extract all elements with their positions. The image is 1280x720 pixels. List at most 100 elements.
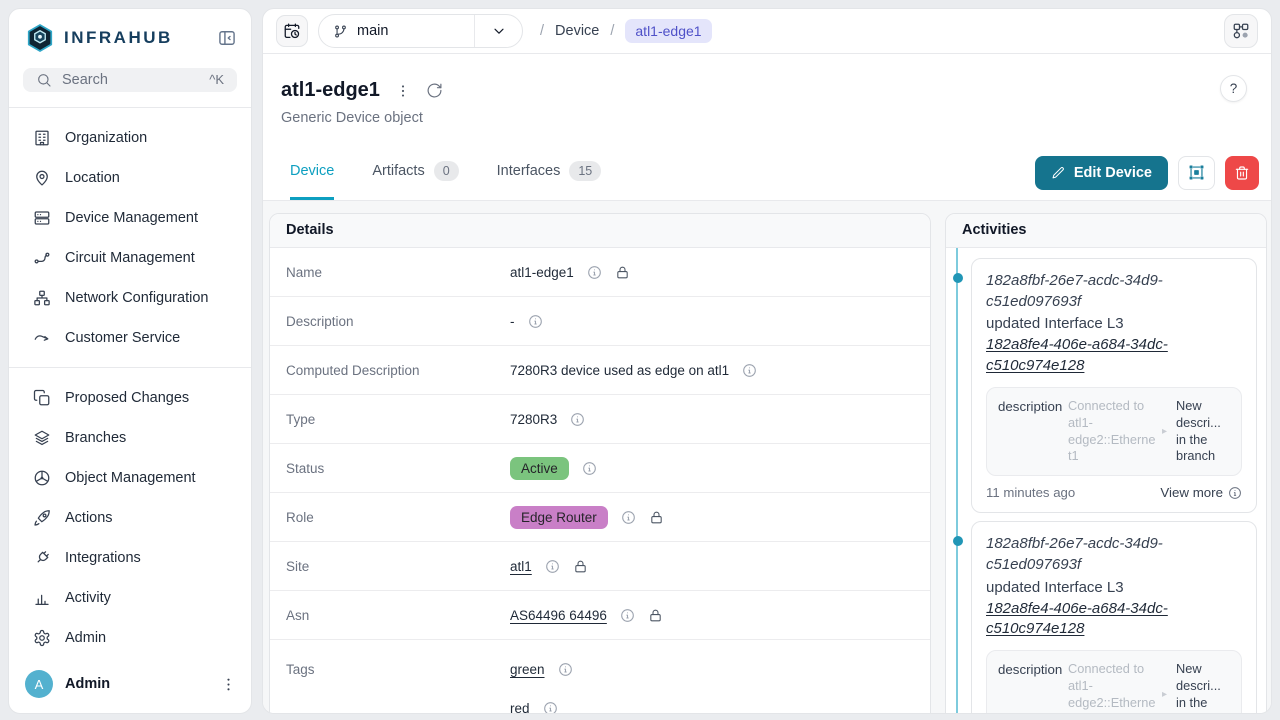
- diff-old-value: Connected to atl1-edge2::Ethernet1: [1068, 398, 1156, 466]
- diff-arrow-icon: ▸: [1162, 688, 1170, 701]
- detail-label: Asn: [286, 608, 510, 623]
- view-more-link[interactable]: View more: [1160, 485, 1242, 500]
- info-icon[interactable]: [543, 701, 558, 713]
- sidebar-item-label: Proposed Changes: [65, 390, 189, 406]
- sidebar-item[interactable]: Location: [17, 158, 243, 198]
- object-actions: Edit Device: [1035, 156, 1259, 190]
- sidebar-item[interactable]: Integrations: [17, 538, 243, 578]
- details-rows: Name atl1-edge1 Description -: [270, 248, 930, 640]
- search-input[interactable]: Search ^K: [23, 68, 237, 92]
- info-icon[interactable]: [582, 461, 597, 476]
- delete-device-button[interactable]: [1225, 156, 1259, 190]
- sidebar-item[interactable]: Proposed Changes: [17, 378, 243, 418]
- branch-selector-value: main: [319, 15, 475, 47]
- diff-new-value: New descri... in the branch: [1176, 398, 1230, 466]
- detail-label: Computed Description: [286, 363, 510, 378]
- sidebar-item[interactable]: Network Configuration: [17, 278, 243, 318]
- activity-target-link[interactable]: 182a8fe4-406e-a684-34dc-c510c974e128: [986, 335, 1242, 376]
- activity-card: 182a8fbf-26e7-acdc-34d9-c51ed097693f upd…: [971, 258, 1257, 513]
- breadcrumb-section[interactable]: Device: [555, 23, 599, 39]
- info-icon[interactable]: [545, 559, 560, 574]
- content-area: Details Name atl1-edge1 Description: [263, 201, 1271, 713]
- sidebar-item[interactable]: Device Management: [17, 198, 243, 238]
- tab-count-badge: 0: [434, 161, 459, 181]
- branch-dropdown-toggle[interactable]: [475, 23, 522, 39]
- tag-item: red: [510, 701, 573, 713]
- plug-icon: [33, 549, 51, 567]
- sidebar-item-label: Activity: [65, 590, 111, 606]
- sidebar-item[interactable]: Object Management: [17, 458, 243, 498]
- diff-field-name: description: [998, 398, 1062, 466]
- time-travel-button[interactable]: [276, 15, 308, 47]
- detail-label: Type: [286, 412, 510, 427]
- info-icon[interactable]: [620, 608, 635, 623]
- info-icon[interactable]: [570, 412, 585, 427]
- search-icon: [36, 72, 52, 88]
- circuit-icon: [33, 249, 51, 267]
- info-icon[interactable]: [558, 662, 573, 677]
- sidebar-item[interactable]: Admin: [17, 618, 243, 658]
- edit-device-button[interactable]: Edit Device: [1035, 156, 1168, 190]
- activity-card: 182a8fbf-26e7-acdc-34d9-c51ed097693f upd…: [971, 521, 1257, 713]
- building-icon: [33, 129, 51, 147]
- main-panel: main / Device / atl1-edge1 atl1-edge1: [262, 8, 1272, 714]
- detail-row: Asn AS64496 64496: [270, 591, 930, 640]
- infrahub-logo-icon: [25, 23, 55, 53]
- sidebar-item[interactable]: Circuit Management: [17, 238, 243, 278]
- info-icon[interactable]: [528, 314, 543, 329]
- sidebar-item-label: Actions: [65, 510, 113, 526]
- sidebar: INFRAHUB Search ^K Organization Location: [8, 8, 252, 714]
- sidebar-item[interactable]: Organization: [17, 118, 243, 158]
- tag-link[interactable]: red: [510, 701, 530, 713]
- sidebar-item-label: Circuit Management: [65, 250, 195, 266]
- refresh-icon[interactable]: [426, 82, 443, 99]
- sidebar-item[interactable]: Customer Service: [17, 318, 243, 358]
- detail-label: Name: [286, 265, 510, 280]
- detail-value-text: Active: [510, 457, 569, 480]
- sidebar-item-label: Object Management: [65, 470, 196, 486]
- workflow-graph-icon: [1232, 22, 1250, 40]
- sidebar-item[interactable]: Branches: [17, 418, 243, 458]
- diff-arrow-icon: ▸: [1162, 425, 1170, 438]
- sidebar-item[interactable]: Actions: [17, 498, 243, 538]
- info-icon[interactable]: [742, 363, 757, 378]
- user-menu-kebab-icon[interactable]: [220, 676, 237, 693]
- detail-value: -: [510, 314, 543, 329]
- avatar[interactable]: A: [25, 670, 53, 698]
- network-icon: [33, 289, 51, 307]
- detail-row: Computed Description 7280R3 device used …: [270, 346, 930, 395]
- sidebar-item-label: Device Management: [65, 210, 198, 226]
- sidebar-item[interactable]: Activity: [17, 578, 243, 618]
- tab[interactable]: Interfaces 15: [497, 145, 602, 200]
- info-icon[interactable]: [621, 510, 636, 525]
- timeline-dot-icon: [953, 273, 963, 283]
- help-button[interactable]: ?: [1220, 75, 1247, 102]
- pencil-icon: [1051, 166, 1065, 180]
- tab[interactable]: Artifacts 0: [372, 145, 458, 200]
- tab-count-badge: 15: [569, 161, 601, 181]
- activities-timeline: 182a8fbf-26e7-acdc-34d9-c51ed097693f upd…: [946, 248, 1266, 713]
- manage-groups-button[interactable]: [1178, 156, 1215, 190]
- tab[interactable]: Device: [290, 145, 334, 200]
- schema-graph-button[interactable]: [1224, 14, 1258, 48]
- search-shortcut: ^K: [209, 72, 224, 87]
- sidebar-nav-secondary: Proposed Changes Branches Object Managem…: [9, 368, 251, 658]
- sidebar-collapse-icon[interactable]: [217, 28, 237, 48]
- detail-row: Role Edge Router: [270, 493, 930, 542]
- branch-selector[interactable]: main: [318, 14, 523, 48]
- detail-value-text[interactable]: atl1: [510, 559, 532, 574]
- info-icon[interactable]: [587, 265, 602, 280]
- object-menu-kebab-icon[interactable]: [395, 83, 411, 99]
- sidebar-item-label: Organization: [65, 130, 147, 146]
- tag-link[interactable]: green: [510, 662, 545, 677]
- detail-value-text[interactable]: AS64496 64496: [510, 608, 607, 623]
- sidebar-item-label: Network Configuration: [65, 290, 208, 306]
- breadcrumb-current[interactable]: atl1-edge1: [625, 19, 711, 43]
- page-subtitle: Generic Device object: [281, 110, 1251, 126]
- activity-action: updated Interface L3: [986, 315, 1242, 332]
- activity-target-link[interactable]: 182a8fe4-406e-a684-34dc-c510c974e128: [986, 599, 1242, 640]
- detail-value: 7280R3: [510, 412, 585, 427]
- detail-row: Site atl1: [270, 542, 930, 591]
- activity-action: updated Interface L3: [986, 579, 1242, 596]
- breadcrumb-separator: /: [540, 23, 544, 39]
